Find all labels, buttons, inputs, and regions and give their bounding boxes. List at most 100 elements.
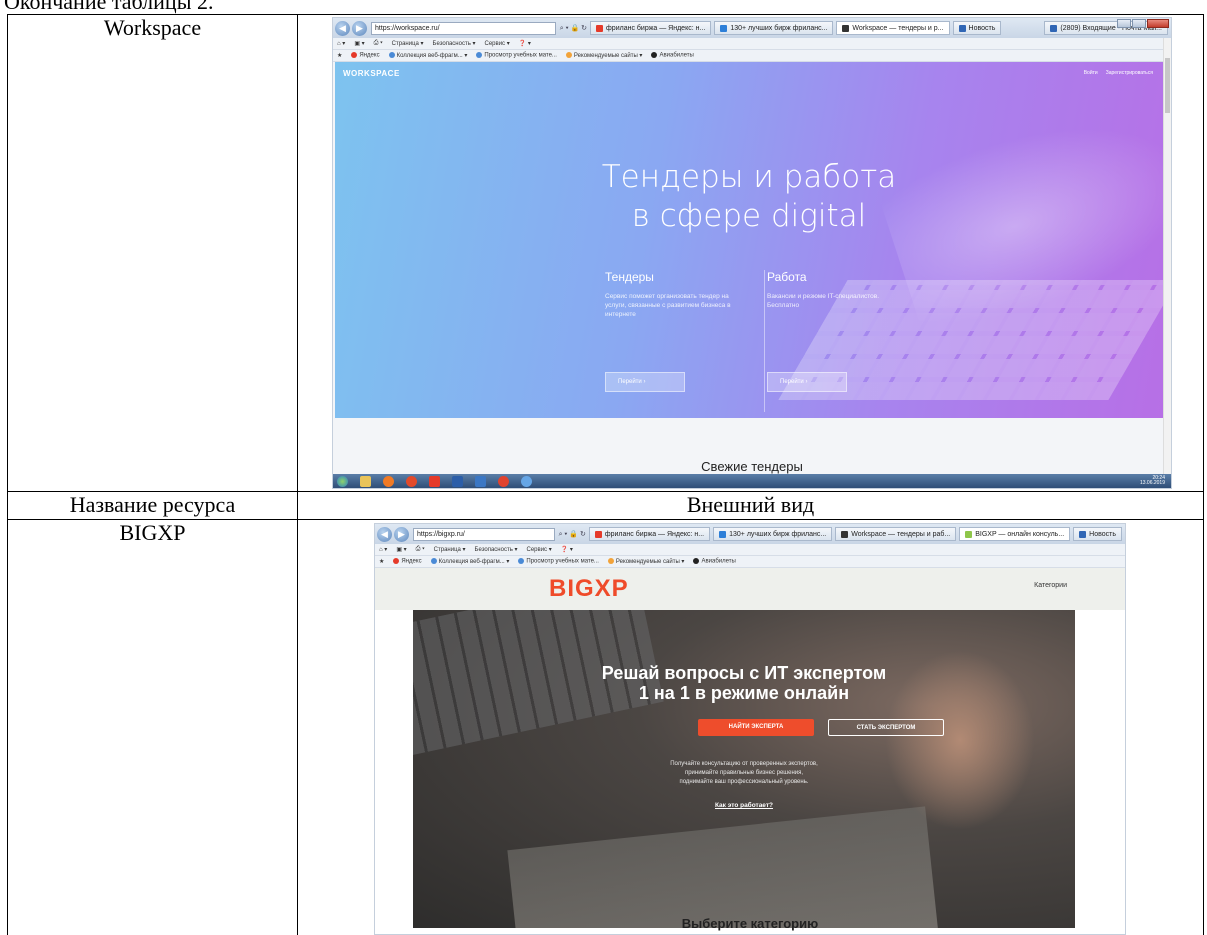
- help-icon[interactable]: ❓ ▾: [561, 546, 573, 553]
- tab-label: Новость: [1089, 530, 1116, 538]
- browser-titlebar: ◀ ▶ https://workspace.ru/ ⌕ ▾ 🔒 ↻ фрилан…: [333, 18, 1171, 38]
- tab-label: BIGXP — онлайн консуль...: [975, 530, 1065, 538]
- workspace-screenshot: ◀ ▶ https://workspace.ru/ ⌕ ▾ 🔒 ↻ фрилан…: [332, 17, 1172, 489]
- window-controls: [1117, 19, 1169, 28]
- table-header-row: Название ресурса Внешний вид: [7, 491, 1204, 520]
- table-row-workspace: Workspace ◀ ▶ https://workspace.ru/ ⌕ ▾ …: [7, 14, 1204, 492]
- folder-icon: [565, 52, 572, 59]
- favorite-label: Авиабилеты: [701, 558, 736, 565]
- news-icon: [958, 24, 966, 32]
- find-expert-button[interactable]: НАЙТИ ЭКСПЕРТА: [698, 719, 814, 736]
- start-icon[interactable]: [337, 475, 348, 487]
- login-link[interactable]: Войти: [1084, 70, 1098, 76]
- taskbar-clock[interactable]: 20:24 13.06.2019: [1140, 476, 1165, 486]
- card-title: Тендеры: [605, 270, 654, 284]
- minimize-icon[interactable]: [1117, 19, 1131, 28]
- go-button[interactable]: Перейти ›: [767, 372, 847, 392]
- back-icon[interactable]: ◀: [377, 526, 392, 542]
- scrollbar-thumb[interactable]: [1165, 58, 1170, 113]
- browser-tab-active[interactable]: BIGXP — онлайн консуль...: [959, 527, 1071, 541]
- browser-tab[interactable]: 130+ лучших бирж фриланс...: [713, 527, 833, 541]
- favorite-item[interactable]: Просмотр учебных мате...: [476, 52, 557, 59]
- close-icon[interactable]: [1147, 19, 1169, 28]
- categories-link[interactable]: Категории: [1034, 582, 1067, 589]
- word-icon[interactable]: [452, 475, 463, 487]
- become-expert-button[interactable]: СТАТЬ ЭКСПЕРТОМ: [828, 719, 944, 736]
- back-icon[interactable]: ◀: [335, 20, 350, 36]
- browser-tab[interactable]: Новость: [952, 21, 1002, 35]
- scrollbar[interactable]: [1163, 38, 1171, 488]
- favorite-item[interactable]: Рекомендуемые сайты ▾: [565, 52, 642, 59]
- favorite-item[interactable]: Просмотр учебных мате...: [518, 558, 599, 565]
- home-icon[interactable]: ⌂ ▾: [379, 546, 387, 553]
- chrome-icon[interactable]: [406, 475, 417, 487]
- forward-icon[interactable]: ▶: [352, 20, 367, 36]
- favorites-star-icon[interactable]: ★: [379, 558, 384, 565]
- resource-name: Workspace: [103, 15, 202, 40]
- resource-name: BIGXP: [119, 520, 186, 545]
- command-item[interactable]: Безопасность ▾: [475, 546, 518, 553]
- go-button[interactable]: Перейти ›: [605, 372, 685, 392]
- print-icon[interactable]: ⎙ ▾: [374, 40, 383, 47]
- browser-icon[interactable]: [521, 475, 532, 487]
- app-icon[interactable]: [498, 475, 509, 487]
- favorite-item[interactable]: Яндекс: [351, 52, 380, 59]
- command-bar: ⌂ ▾ ▣ ▾ ⎙ ▾ Страница ▾ Безопасность ▾ Се…: [333, 38, 1171, 50]
- maximize-icon[interactable]: [1132, 19, 1146, 28]
- yandex-icon[interactable]: [429, 475, 440, 487]
- description-line: Получайте консультацию от проверенных эк…: [670, 761, 818, 767]
- favorite-item[interactable]: Коллекция веб-фрагм... ▾: [430, 558, 509, 565]
- browser-tab[interactable]: фриланс биржа — Яндекс: н...: [590, 21, 712, 35]
- hero-title-line: Решай вопросы с ИТ экспертом: [601, 663, 887, 683]
- browser-tab[interactable]: Новость: [1073, 527, 1122, 541]
- command-item[interactable]: Сервис ▾: [527, 546, 552, 553]
- forward-icon[interactable]: ▶: [394, 526, 409, 542]
- favorite-item[interactable]: Авиабилеты: [651, 52, 694, 59]
- command-item[interactable]: Безопасность ▾: [433, 40, 476, 47]
- how-it-works-link[interactable]: Как это работает?: [413, 802, 1075, 809]
- workspace-icon: [842, 24, 850, 32]
- browser-tab-active[interactable]: Workspace — тендеры и р...: [836, 21, 950, 35]
- favorite-item[interactable]: Яндекс: [393, 558, 422, 565]
- browser-tab[interactable]: фриланс биржа — Яндекс: н...: [588, 527, 711, 541]
- favorite-item[interactable]: Рекомендуемые сайты ▾: [607, 558, 684, 565]
- favorites-star-icon[interactable]: ★: [337, 52, 342, 59]
- address-tools-icon[interactable]: ⌕ ▾ 🔒 ↻: [559, 530, 586, 539]
- tenders-card: Тендеры Сервис поможет организовать тенд…: [605, 270, 765, 412]
- hero-description: Получайте консультацию от проверенных эк…: [413, 760, 1075, 787]
- ie-icon[interactable]: [475, 475, 486, 487]
- register-link[interactable]: Зарегистрироваться: [1106, 70, 1153, 76]
- bigxp-logo[interactable]: BIGXP: [549, 575, 629, 603]
- tab-label: фриланс биржа — Яндекс: н...: [604, 530, 705, 538]
- address-bar[interactable]: https://bigxp.ru/: [413, 527, 555, 541]
- workspace-logo[interactable]: WORKSPACE: [343, 69, 400, 78]
- plane-icon: [693, 558, 700, 565]
- print-icon[interactable]: ⎙ ▾: [416, 546, 425, 553]
- screenshot-cell: ◀ ▶ https://bigxp.ru/ ⌕ ▾ 🔒 ↻ фриланс би…: [297, 519, 1204, 935]
- ie-icon: [518, 558, 525, 565]
- favorite-item[interactable]: Коллекция веб-фрагм... ▾: [388, 52, 467, 59]
- command-item[interactable]: Страница ▾: [392, 40, 424, 47]
- address-tools-icon[interactable]: ⌕ ▾ 🔒 ↻: [560, 24, 587, 33]
- rss-icon[interactable]: ▣ ▾: [396, 546, 406, 553]
- plane-icon: [651, 52, 658, 59]
- rss-icon[interactable]: ▣ ▾: [354, 40, 364, 47]
- screenshot-cell: ◀ ▶ https://workspace.ru/ ⌕ ▾ 🔒 ↻ фрилан…: [297, 14, 1204, 492]
- media-icon[interactable]: [383, 475, 394, 487]
- paper-image: [507, 806, 939, 928]
- browser-titlebar: ◀ ▶ https://bigxp.ru/ ⌕ ▾ 🔒 ↻ фриланс би…: [375, 524, 1125, 544]
- explorer-icon[interactable]: [360, 475, 371, 487]
- browser-tab[interactable]: 130+ лучших бирж фриланс...: [714, 21, 834, 35]
- resources-table: Workspace ◀ ▶ https://workspace.ru/ ⌕ ▾ …: [7, 14, 1204, 935]
- favorite-item[interactable]: Авиабилеты: [693, 558, 736, 565]
- address-bar[interactable]: https://workspace.ru/: [371, 21, 556, 35]
- ie-icon: [476, 52, 483, 59]
- hero-title-line: Тендеры и работа: [601, 159, 897, 195]
- command-item[interactable]: Страница ▾: [434, 546, 466, 553]
- help-icon[interactable]: ❓ ▾: [519, 40, 531, 47]
- command-item[interactable]: Сервис ▾: [485, 40, 510, 47]
- news-icon: [1079, 530, 1087, 538]
- browser-tab[interactable]: Workspace — тендеры и раб...: [835, 527, 957, 541]
- home-icon[interactable]: ⌂ ▾: [337, 40, 345, 47]
- tab-label: Workspace — тендеры и р...: [852, 24, 944, 32]
